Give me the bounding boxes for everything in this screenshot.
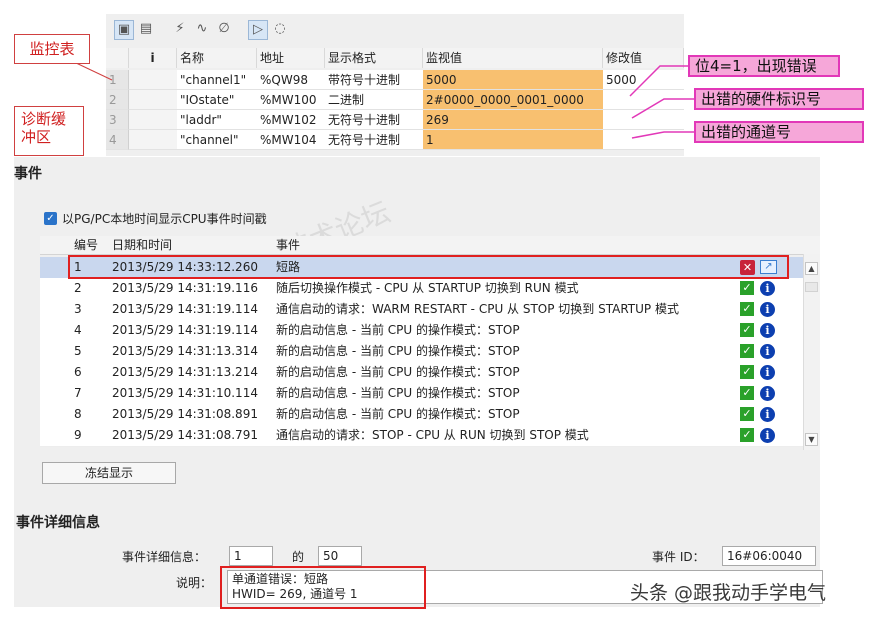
event-id-field: 16#06:0040	[722, 546, 816, 566]
highlight-short-circuit-event	[68, 255, 789, 279]
event-datetime: 2013/5/29 14:31:13.314	[112, 344, 258, 358]
local-time-label: 以PG/PC本地时间显示CPU事件时间戳	[62, 212, 267, 226]
event-list-scrollbar[interactable]: ▲ ▼	[803, 254, 820, 450]
ok-status-icon: ✓	[740, 281, 754, 295]
event-id-label: 事件 ID：	[652, 550, 705, 564]
info-icon: i	[760, 323, 775, 338]
freeze-display-button[interactable]: 冻结显示	[42, 462, 176, 484]
header-no: 编号	[74, 238, 99, 252]
details-title: 事件详细信息	[16, 515, 100, 531]
details-info-label: 事件详细信息：	[122, 550, 207, 564]
event-datetime: 2013/5/29 14:31:10.114	[112, 386, 258, 400]
callout-diag-buffer-line1: 诊断缓	[21, 110, 67, 128]
scroll-down-icon[interactable]: ▼	[805, 433, 818, 446]
event-row[interactable]: 8 2013/5/29 14:31:08.891 新的启动信息 - 当前 CPU 的…	[40, 404, 805, 426]
event-number: 9	[74, 428, 82, 442]
event-text: 新的启动信息 - 当前 CPU 的操作模式：STOP	[276, 344, 520, 358]
event-number: 4	[74, 323, 82, 337]
event-row[interactable]: 9 2013/5/29 14:31:08.791 通信启动的请求：STOP - CP…	[40, 425, 805, 447]
info-icon: i	[760, 386, 775, 401]
source-credit: 头条 @跟我动手学电气	[630, 582, 827, 604]
event-row[interactable]: 3 2013/5/29 14:31:19.114 通信启动的请求：WARM REST…	[40, 299, 805, 321]
event-row[interactable]: 2 2013/5/29 14:31:19.116 随后切换操作模式 - CPU 从 …	[40, 278, 805, 300]
event-total-field: 50	[318, 546, 362, 566]
event-text: 新的启动信息 - 当前 CPU 的操作模式：STOP	[276, 386, 520, 400]
event-index-field[interactable]: 1	[229, 546, 273, 566]
scroll-up-icon[interactable]: ▲	[805, 262, 818, 275]
event-datetime: 2013/5/29 14:31:08.891	[112, 407, 258, 421]
event-text: 随后切换操作模式 - CPU 从 STARTUP 切换到 RUN 模式	[276, 281, 579, 295]
local-time-checkbox[interactable]: ✓	[44, 212, 57, 225]
event-text: 新的启动信息 - 当前 CPU 的操作模式：STOP	[276, 323, 520, 337]
info-icon: i	[760, 302, 775, 317]
event-text: 通信启动的请求：WARM RESTART - CPU 从 STOP 切换到 ST…	[276, 302, 679, 316]
callout-watch-table: 监控表	[14, 34, 90, 64]
event-datetime: 2013/5/29 14:31:19.114	[112, 302, 258, 316]
event-number: 6	[74, 365, 82, 379]
event-text: 通信启动的请求：STOP - CPU 从 RUN 切换到 STOP 模式	[276, 428, 589, 442]
header-event: 事件	[276, 238, 301, 252]
info-icon: i	[760, 407, 775, 422]
of-label: 的	[292, 550, 305, 564]
info-icon: i	[760, 365, 775, 380]
info-icon: i	[760, 428, 775, 443]
scroll-thumb[interactable]	[805, 282, 818, 292]
header-datetime: 日期和时间	[112, 238, 173, 252]
event-row[interactable]: 5 2013/5/29 14:31:13.314 新的启动信息 - 当前 CPU 的…	[40, 341, 805, 363]
event-row[interactable]: 6 2013/5/29 14:31:13.214 新的启动信息 - 当前 CPU 的…	[40, 362, 805, 384]
ok-status-icon: ✓	[740, 365, 754, 379]
info-icon: i	[760, 281, 775, 296]
event-row[interactable]: 7 2013/5/29 14:31:10.114 新的启动信息 - 当前 CPU 的…	[40, 383, 805, 405]
callout-channel: 出错的通道号	[694, 121, 864, 143]
event-text: 新的启动信息 - 当前 CPU 的操作模式：STOP	[276, 407, 520, 421]
callout-diag-buffer: 诊断缓 冲区	[14, 106, 84, 156]
ok-status-icon: ✓	[740, 428, 754, 442]
ok-status-icon: ✓	[740, 386, 754, 400]
ok-status-icon: ✓	[740, 344, 754, 358]
event-number: 2	[74, 281, 82, 295]
highlight-description	[220, 566, 426, 609]
events-table-header: 编号 日期和时间 事件	[40, 236, 820, 255]
event-datetime: 2013/5/29 14:31:19.114	[112, 323, 258, 337]
event-datetime: 2013/5/29 14:31:08.791	[112, 428, 258, 442]
info-icon: i	[760, 344, 775, 359]
callout-bit4-error: 位4=1，出现错误	[688, 55, 840, 77]
event-row[interactable]: 4 2013/5/29 14:31:19.114 新的启动信息 - 当前 CPU 的…	[40, 320, 805, 342]
callout-hw-id: 出错的硬件标识号	[694, 88, 864, 110]
event-text: 新的启动信息 - 当前 CPU 的操作模式：STOP	[276, 365, 520, 379]
callout-diag-buffer-line2: 冲区	[21, 128, 52, 146]
events-title: 事件	[14, 166, 42, 182]
event-number: 7	[74, 386, 82, 400]
description-label: 说明：	[176, 576, 213, 590]
ok-status-icon: ✓	[740, 407, 754, 421]
event-datetime: 2013/5/29 14:31:13.214	[112, 365, 258, 379]
event-number: 3	[74, 302, 82, 316]
ok-status-icon: ✓	[740, 302, 754, 316]
ok-status-icon: ✓	[740, 323, 754, 337]
event-number: 5	[74, 344, 82, 358]
event-number: 8	[74, 407, 82, 421]
event-datetime: 2013/5/29 14:31:19.116	[112, 281, 258, 295]
